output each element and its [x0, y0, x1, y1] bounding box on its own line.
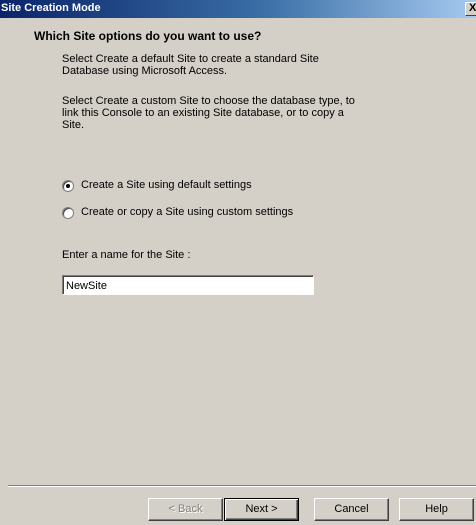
site-creation-dialog: Site Creation Mode X Which Site options … — [0, 0, 476, 525]
custom-settings-radio[interactable] — [62, 207, 74, 219]
button-separator — [8, 485, 476, 487]
radio-selected-dot — [66, 184, 70, 188]
default-settings-radio[interactable] — [62, 180, 74, 192]
custom-settings-label[interactable]: Create or copy a Site using custom setti… — [81, 206, 293, 218]
default-settings-label[interactable]: Create a Site using default settings — [81, 179, 252, 191]
next-button[interactable]: Next > — [224, 498, 299, 521]
default-site-description: Select Create a default Site to create a… — [62, 53, 319, 77]
custom-site-description: Select Create a custom Site to choose th… — [62, 95, 355, 131]
close-icon: X — [469, 2, 476, 14]
site-name-label: Enter a name for the Site : — [62, 249, 191, 261]
site-name-input[interactable] — [62, 275, 314, 295]
window-title: Site Creation Mode — [1, 2, 101, 14]
back-button[interactable]: < Back — [148, 498, 223, 521]
title-bar[interactable]: Site Creation Mode X — [0, 0, 476, 18]
help-button[interactable]: Help — [399, 498, 474, 521]
close-button[interactable]: X — [465, 2, 476, 16]
page-heading: Which Site options do you want to use? — [34, 29, 262, 43]
cancel-button[interactable]: Cancel — [314, 498, 389, 521]
